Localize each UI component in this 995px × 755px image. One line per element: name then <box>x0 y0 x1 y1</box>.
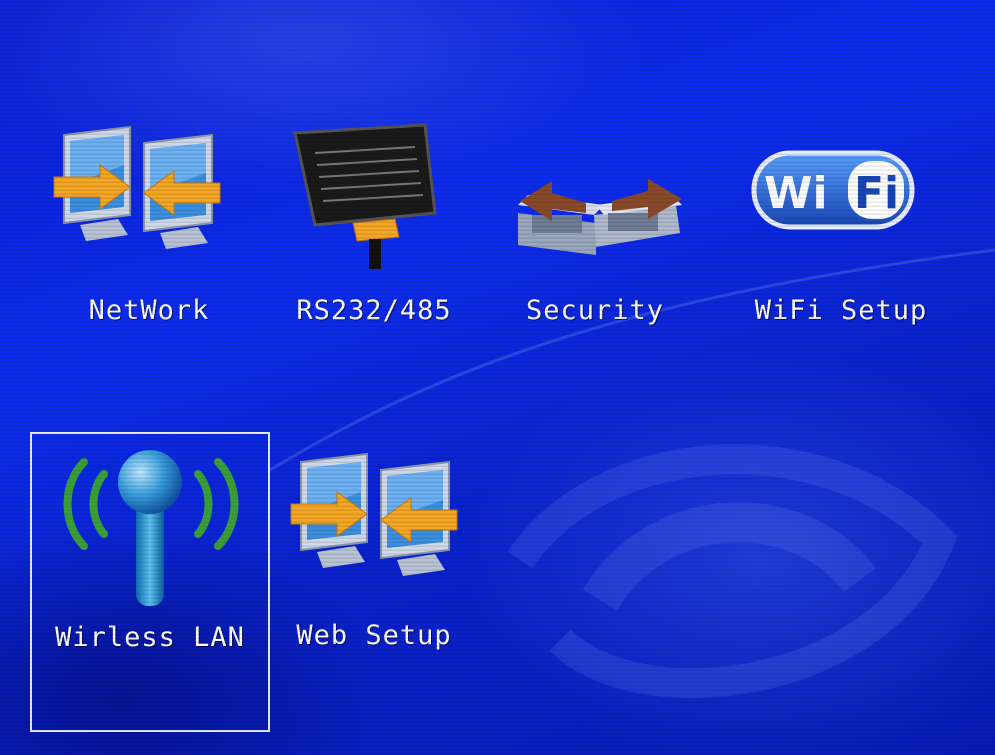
menu-screen: NetWork RS232/485 Security Wi Fi WiFi Se… <box>0 0 995 755</box>
security-connector-icon <box>518 179 682 255</box>
wireless-antenna-icon <box>63 450 239 606</box>
menu-item-label: RS232/485 <box>296 295 452 326</box>
menu-item-label: NetWork <box>88 295 210 326</box>
menu-item-wireless-lan[interactable]: Wirless LAN <box>30 432 270 732</box>
menu-item-label: WiFi Setup <box>754 295 928 326</box>
menu-item-security[interactable]: Security <box>476 105 714 405</box>
menu-item-label: Web Setup <box>296 620 452 651</box>
network-monitors-icon <box>53 125 221 249</box>
wifi-logo-right-text: Fi <box>854 168 899 219</box>
web-monitors-icon <box>290 452 458 576</box>
menu-item-serial[interactable]: RS232/485 <box>255 105 493 405</box>
menu-item-wifi-setup[interactable]: Wi Fi WiFi Setup <box>722 105 960 405</box>
wifi-logo-icon: Wi Fi <box>751 150 915 230</box>
menu-item-label: Wirless LAN <box>55 622 245 653</box>
menu-item-web-setup[interactable]: Web Setup <box>255 432 493 732</box>
menu-item-network[interactable]: NetWork <box>30 105 268 405</box>
menu-item-label: Security <box>525 295 665 326</box>
wifi-logo-left-text: Wi <box>764 168 828 219</box>
serial-connector-icon <box>293 123 437 269</box>
